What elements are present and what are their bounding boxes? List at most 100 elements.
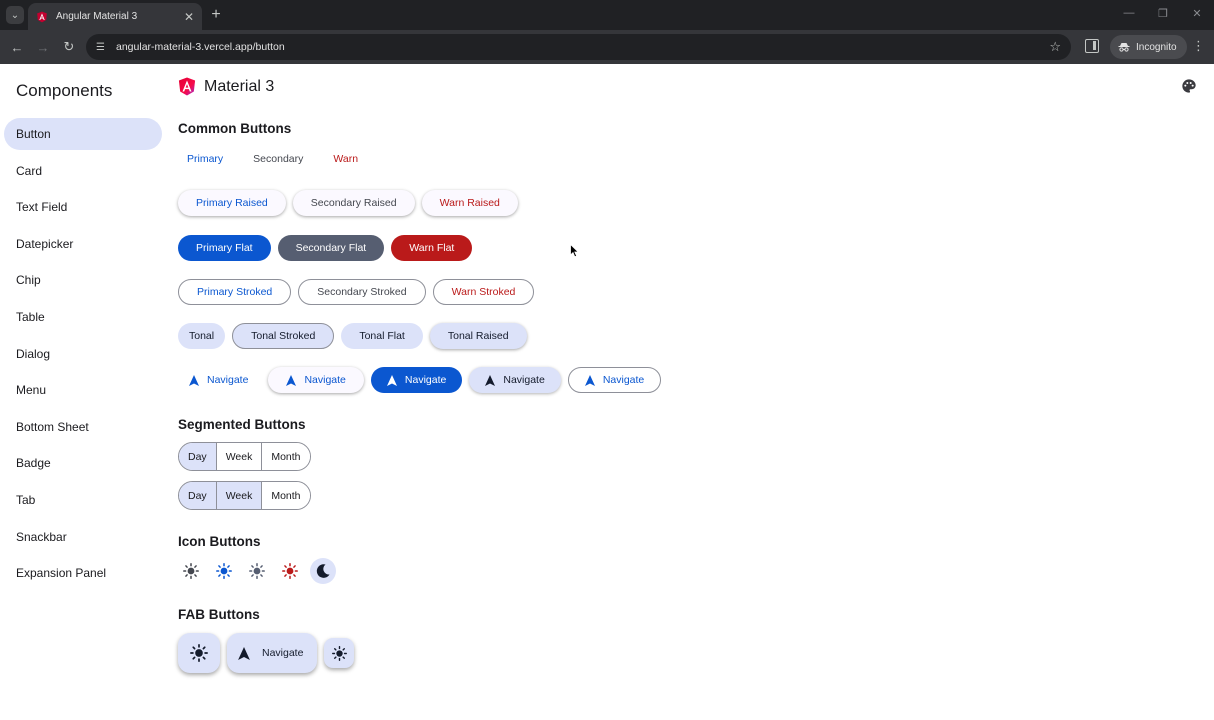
url-text[interactable]: angular-material-3.vercel.app/button <box>116 41 1049 53</box>
mouse-cursor-icon <box>570 244 580 258</box>
navigate-flat-button[interactable]: Navigate <box>370 367 463 393</box>
navigation-arrow-icon <box>286 374 297 386</box>
sidebar-item-badge[interactable]: Badge <box>4 447 162 479</box>
navigate-text-button[interactable]: Navigate <box>178 367 261 393</box>
tab-strip: ⌄ Angular Material 3 ✕ + — ❐ ✕ <box>0 0 1214 30</box>
tab-title: Angular Material 3 <box>56 11 138 22</box>
sidebar-item-snackbar[interactable]: Snackbar <box>4 521 162 553</box>
sun-icon <box>216 563 232 579</box>
extended-fab-label: Navigate <box>262 647 304 659</box>
section-title-fab-buttons: FAB Buttons <box>178 607 260 622</box>
incognito-badge[interactable]: Incognito <box>1110 35 1187 59</box>
navigate-tonal-button[interactable]: Navigate <box>469 367 561 393</box>
sidebar-item-table[interactable]: Table <box>4 301 162 333</box>
icon-button-warn[interactable] <box>277 558 303 584</box>
sun-icon <box>249 563 265 579</box>
navigate-label: Navigate <box>304 374 346 386</box>
sidebar: Components Button Card Text Field Datepi… <box>0 64 170 720</box>
site-info-icon[interactable]: ☰ <box>96 42 110 53</box>
primary-text-button[interactable]: Primary <box>178 146 232 172</box>
incognito-label: Incognito <box>1136 41 1177 53</box>
segment-week[interactable]: Week <box>216 443 263 470</box>
icon-button-tonal[interactable] <box>310 558 336 584</box>
side-panel-icon[interactable] <box>1085 39 1099 53</box>
minimize-icon[interactable]: — <box>1122 7 1136 19</box>
warn-stroked-button[interactable]: Warn Stroked <box>432 279 535 305</box>
star-icon[interactable]: ☆ <box>1049 39 1061 55</box>
navigate-label: Navigate <box>404 374 447 386</box>
sidebar-item-button[interactable]: Button <box>4 118 162 150</box>
tonal-buttons-row: Tonal Tonal Stroked Tonal Flat Tonal Rai… <box>178 323 534 349</box>
palette-icon[interactable] <box>1181 78 1197 94</box>
secondary-text-button[interactable]: Secondary <box>244 146 312 172</box>
small-fab-button[interactable] <box>324 638 355 668</box>
navigate-stroked-button[interactable]: Navigate <box>567 367 662 393</box>
sidebar-item-menu[interactable]: Menu <box>4 374 162 406</box>
moon-icon <box>316 564 330 578</box>
sidebar-item-expansion-panel[interactable]: Expansion Panel <box>4 557 162 589</box>
primary-flat-button[interactable]: Primary Flat <box>178 235 271 261</box>
kebab-menu-icon[interactable]: ⋮ <box>1192 38 1205 54</box>
navigate-raised-button[interactable]: Navigate <box>268 367 364 393</box>
segment-day[interactable]: Day <box>179 482 217 509</box>
primary-stroked-button[interactable]: Primary Stroked <box>178 279 292 305</box>
secondary-stroked-button[interactable]: Secondary Stroked <box>298 279 426 305</box>
incognito-icon <box>1118 43 1130 52</box>
sidebar-item-tab[interactable]: Tab <box>4 484 162 516</box>
segment-week[interactable]: Week <box>216 482 263 509</box>
navigation-arrow-icon <box>189 374 199 386</box>
segment-month[interactable]: Month <box>262 443 310 470</box>
warn-flat-button[interactable]: Warn Flat <box>391 235 473 261</box>
segment-month[interactable]: Month <box>262 482 310 509</box>
sidebar-item-dialog[interactable]: Dialog <box>4 338 162 370</box>
icon-button-secondary[interactable] <box>244 558 270 584</box>
reload-icon[interactable]: ↻ <box>60 38 78 56</box>
icon-buttons-row <box>178 558 343 584</box>
tonal-flat-button[interactable]: Tonal Flat <box>341 323 423 349</box>
window-close-icon[interactable]: ✕ <box>1190 7 1204 20</box>
navigation-arrow-icon <box>584 374 595 386</box>
sidebar-item-text-field[interactable]: Text Field <box>4 191 162 223</box>
angular-favicon-icon <box>37 11 47 22</box>
sidebar-item-chip[interactable]: Chip <box>4 264 162 296</box>
sun-icon <box>332 645 347 661</box>
forward-icon[interactable]: → <box>34 38 52 56</box>
extended-fab-button[interactable]: Navigate <box>227 633 318 673</box>
address-bar[interactable]: ☰ angular-material-3.vercel.app/button ☆ <box>86 34 1071 60</box>
back-icon[interactable]: ← <box>8 38 26 56</box>
secondary-raised-button[interactable]: Secondary Raised <box>292 190 415 216</box>
navigation-arrow-icon <box>386 374 397 386</box>
section-title-icon-buttons: Icon Buttons <box>178 534 261 549</box>
sidebar-nav: Button Card Text Field Datepicker Chip T… <box>4 118 162 594</box>
icon-button-default[interactable] <box>178 558 204 584</box>
sidebar-item-card[interactable]: Card <box>4 155 162 187</box>
tonal-stroked-button[interactable]: Tonal Stroked <box>232 323 335 349</box>
warn-text-button[interactable]: Warn <box>324 146 367 172</box>
sun-icon <box>282 563 298 579</box>
warn-raised-button[interactable]: Warn Raised <box>421 190 518 216</box>
text-buttons-row: Primary Secondary Warn <box>178 146 379 172</box>
navigate-buttons-row: Navigate Navigate Navigate Navigate Navi… <box>178 367 668 393</box>
plus-icon[interactable]: + <box>208 5 224 25</box>
segmented-group-single: Day Week Month <box>178 442 311 471</box>
segment-day[interactable]: Day <box>179 443 217 470</box>
restore-icon[interactable]: ❐ <box>1156 7 1170 20</box>
flat-buttons-row: Primary Flat Secondary Flat Warn Flat <box>178 235 479 261</box>
tonal-raised-button[interactable]: Tonal Raised <box>429 323 527 349</box>
icon-button-primary[interactable] <box>211 558 237 584</box>
sidebar-item-bottom-sheet[interactable]: Bottom Sheet <box>4 411 162 443</box>
page: Components Button Card Text Field Datepi… <box>0 64 1214 720</box>
primary-raised-button[interactable]: Primary Raised <box>178 190 286 216</box>
secondary-flat-button[interactable]: Secondary Flat <box>277 235 385 261</box>
section-title-common-buttons: Common Buttons <box>178 121 292 136</box>
browser-tab[interactable]: Angular Material 3 ✕ <box>28 3 202 30</box>
tab-search-icon[interactable]: ⌄ <box>6 6 24 24</box>
section-title-segmented-buttons: Segmented Buttons <box>178 417 306 432</box>
close-icon[interactable]: ✕ <box>182 10 196 24</box>
sidebar-title: Components <box>16 81 113 100</box>
fab-button[interactable] <box>178 633 220 673</box>
sidebar-item-datepicker[interactable]: Datepicker <box>4 228 162 260</box>
sun-icon <box>190 644 208 662</box>
tonal-button[interactable]: Tonal <box>178 323 226 349</box>
navigate-label: Navigate <box>503 374 545 386</box>
